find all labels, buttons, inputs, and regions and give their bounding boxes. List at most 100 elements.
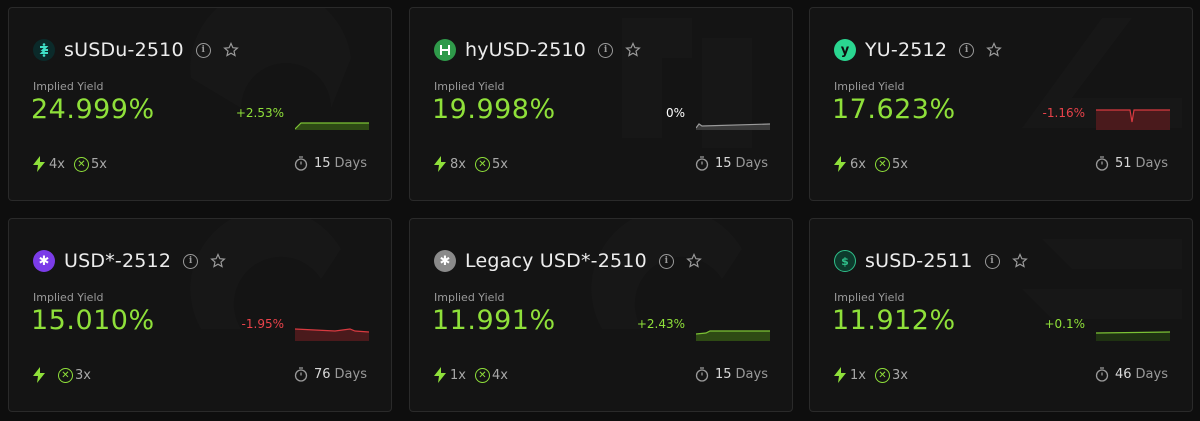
implied-yield-label: Implied Yield [33,291,104,304]
days-unit: Days [334,367,367,382]
yield-change: -1.16% [1042,106,1085,120]
market-title[interactable]: Legacy USD*-2510 [465,250,647,272]
implied-yield-label: Implied Yield [834,80,905,93]
market-card-legacy-usd-star-2510[interactable]: ✱ Legacy USD*-2510 i Implied Yield 11.99… [409,218,793,412]
yield-change: -1.95% [241,317,284,331]
multiplier-value: 4x [491,367,508,383]
info-icon[interactable]: i [658,253,674,269]
market-title[interactable]: sUSD-2511 [865,250,973,272]
implied-yield-label: Implied Yield [434,291,505,304]
leverage-bolt-icon [434,367,446,383]
multiplier-value: 5x [90,156,107,172]
yield-sparkline [1096,331,1170,341]
multiplier-value: 5x [891,156,908,172]
leverage-value: 1x [850,367,866,383]
market-card-susdu-2510[interactable]: sUSDu-2510 i Implied Yield 24.999% +2.53… [8,7,392,201]
leverage-value: 1x [450,367,466,383]
timer-icon [294,367,308,382]
days-unit: Days [735,156,768,171]
implied-yield-value: 19.998% [432,94,556,125]
market-title[interactable]: USD*-2512 [64,250,171,272]
market-title[interactable]: hyUSD-2510 [465,39,586,61]
background-watermark [1022,239,1182,319]
background-watermark [1022,18,1182,128]
favorite-star-icon[interactable] [625,42,641,58]
susd-logo-icon: $ [834,250,856,272]
market-card-yu-2512[interactable]: y YU-2512 i Implied Yield 17.623% -1.16%… [809,7,1193,201]
implied-yield-value: 11.912% [832,305,956,336]
leverage-bolt-icon [834,156,846,172]
leverage-bolt-icon [33,367,45,383]
info-icon[interactable]: i [959,42,975,58]
multiplier-icon: ✕ [474,156,490,172]
leverage-value: 6x [850,156,866,172]
background-watermark [591,219,742,329]
implied-yield-label: Implied Yield [834,291,905,304]
favorite-star-icon[interactable] [222,42,239,58]
favorite-star-icon[interactable] [210,253,226,269]
days-unit: Days [1135,367,1168,382]
multiplier-icon: ✕ [474,367,490,383]
multiplier-value: 3x [75,367,91,383]
yield-change: +2.43% [636,317,685,331]
multiplier-icon: ✕ [874,367,890,383]
leverage-bolt-icon [834,367,846,383]
info-icon[interactable]: i [195,42,211,58]
usd-star-logo-icon: ✱ [33,250,55,272]
hyusd-logo-icon [434,39,456,61]
multiplier-icon: ✕ [58,367,73,383]
info-icon[interactable]: i [598,42,614,58]
timer-icon [294,156,308,171]
implied-yield-value: 11.991% [432,305,556,336]
favorite-star-icon[interactable] [1011,253,1028,269]
timer-icon [695,367,709,382]
yield-sparkline [696,330,770,341]
implied-yield-label: Implied Yield [434,80,505,93]
days-unit: Days [334,156,367,171]
days-remaining: 76 [314,367,331,382]
days-unit: Days [1135,156,1168,171]
market-card-susd-2511[interactable]: $ sUSD-2511 i Implied Yield 11.912% +0.1… [809,218,1193,412]
leverage-bolt-icon [434,156,446,172]
yield-change: +0.1% [1044,317,1085,331]
days-remaining: 51 [1115,156,1132,171]
implied-yield-value: 24.999% [31,94,155,125]
background-watermark [190,219,341,329]
yield-sparkline [1096,109,1170,130]
yield-sparkline [295,328,369,341]
yield-change: 0% [665,106,685,120]
market-title[interactable]: YU-2512 [865,39,947,61]
info-icon[interactable]: i [984,253,1000,269]
favorite-star-icon[interactable] [986,42,1002,58]
days-unit: Days [735,367,768,382]
implied-yield-label: Implied Yield [33,80,104,93]
multiplier-icon: ✕ [874,156,890,172]
days-remaining: 15 [715,367,732,382]
leverage-bolt-icon [33,156,45,172]
implied-yield-value: 15.010% [31,305,155,336]
timer-icon [695,156,709,171]
market-card-usd-star-2512[interactable]: ✱ USD*-2512 i Implied Yield 15.010% -1.9… [8,218,392,412]
background-watermark [622,18,752,148]
multiplier-value: 5x [491,156,508,172]
leverage-value: 4x [49,156,65,172]
susdu-logo-icon [33,39,55,61]
multiplier-icon: ✕ [73,156,89,172]
implied-yield-value: 17.623% [832,94,956,125]
market-title[interactable]: sUSDu-2510 [64,39,184,61]
yield-sparkline [295,122,369,130]
favorite-star-icon[interactable] [686,253,702,269]
timer-icon [1095,367,1109,382]
yield-change: +2.53% [235,106,284,120]
yield-sparkline [696,123,770,130]
days-remaining: 46 [1115,367,1132,382]
leverage-value: 8x [450,156,466,172]
timer-icon [1095,156,1109,171]
yu-logo-icon: y [834,39,856,61]
background-watermark [190,8,351,108]
info-icon[interactable]: i [183,253,199,269]
days-remaining: 15 [715,156,732,171]
multiplier-value: 3x [891,367,908,383]
legacy-usd-star-logo-icon: ✱ [434,250,456,272]
market-card-hyusd-2510[interactable]: hyUSD-2510 i Implied Yield 19.998% 0% 8x… [409,7,793,201]
